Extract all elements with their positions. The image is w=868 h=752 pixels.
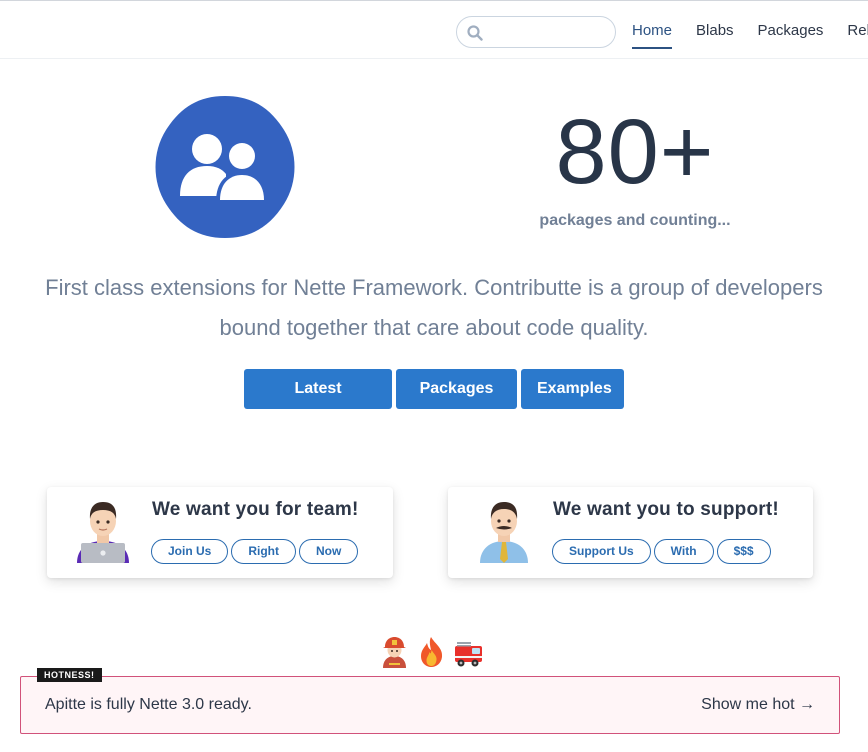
latest-releases-button[interactable]: Latest Releases [244,369,392,437]
join-us-pill[interactable]: Join Us [151,539,229,564]
office-worker-emoji [480,502,528,563]
hotness-text: Apitte is fully Nette 3.0 ready. [45,696,252,713]
hotness-emoji-row [380,636,483,668]
right-pill[interactable]: Right [231,539,296,564]
examples-button[interactable]: Examples [521,369,624,409]
search-icon [467,25,483,41]
show-me-hot-link[interactable]: Show me hot → [701,696,815,714]
now-pill[interactable]: Now [299,539,359,564]
hotness-badge: HOTNESS! [37,668,102,682]
nav-releases[interactable]: Releases [847,21,868,49]
contributte-logo [155,96,295,238]
team-card-pills: Join Us Right Now [151,539,359,564]
package-count-label: packages and counting... [539,212,731,229]
fire-engine-emoji [455,642,482,667]
support-card-pills: Support Us With $$$ [552,539,771,564]
with-pill[interactable]: With [653,539,714,564]
support-card: We want you to support! Support Us With … [448,487,813,578]
nav-home[interactable]: Home [632,21,673,49]
team-card-title: We want you for team! [152,499,359,520]
nav-blabs[interactable]: Blabs [696,21,734,49]
fire-emoji [421,637,443,667]
nav-packages[interactable]: Packages [758,21,824,49]
package-count: 80+ [555,101,715,203]
main-nav: Home Blabs Packages Releases [632,21,868,49]
tagline: First class extensions for Nette Framewo… [45,275,823,340]
firefighter-emoji [383,637,406,668]
support-us-pill[interactable]: Support Us [552,539,651,564]
search-box[interactable] [456,16,616,48]
money-pill[interactable]: $$$ [716,539,771,564]
support-card-title: We want you to support! [553,499,779,520]
hotness-banner: Apitte is fully Nette 3.0 ready. Show me… [20,676,840,734]
technologist-emoji [77,502,129,563]
top-nav-bar: Home Blabs Packages Releases [0,0,868,59]
hero-buttons: Latest Releases Packages → Examples [0,369,868,437]
search-input[interactable] [489,21,607,43]
team-card: We want you for team! Join Us Right Now [47,487,393,578]
packages-button[interactable]: Packages → [396,369,517,437]
